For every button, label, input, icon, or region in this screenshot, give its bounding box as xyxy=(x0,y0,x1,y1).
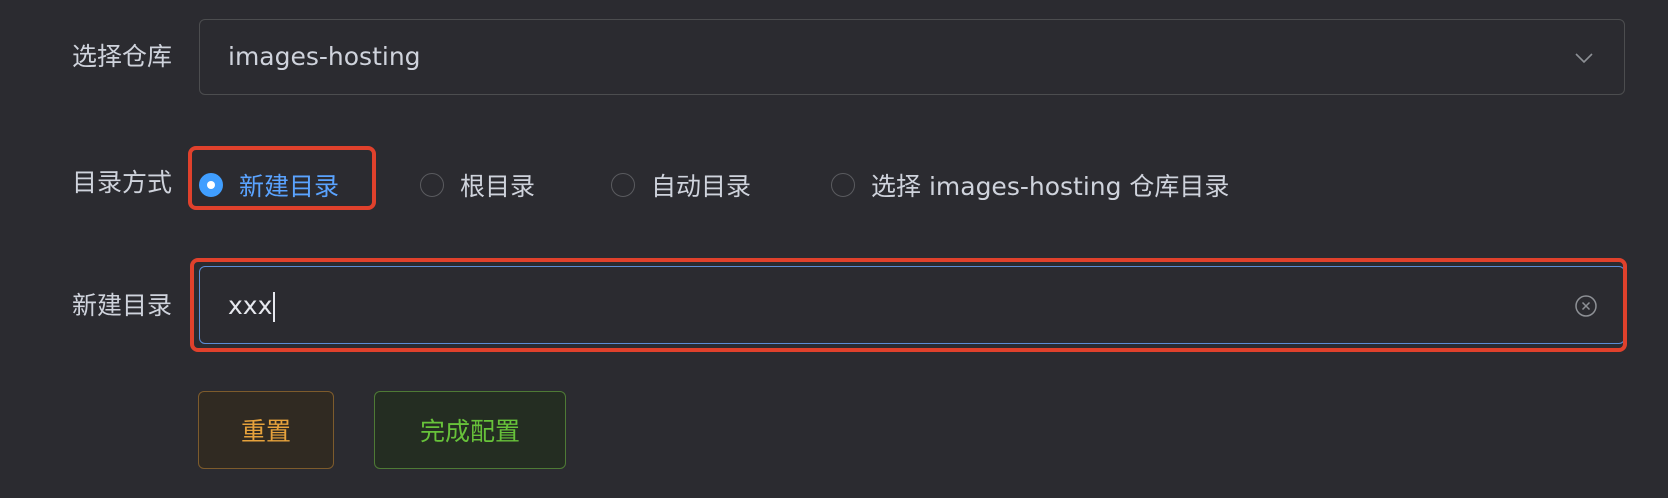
radio-root-dir[interactable]: 根目录 xyxy=(420,160,535,210)
repo-select[interactable]: images-hosting xyxy=(199,19,1625,95)
radio-new-dir-indicator[interactable] xyxy=(199,173,223,197)
new-dir-input[interactable]: xxx xyxy=(199,266,1625,344)
radio-select-repo-dir-label: 选择 images-hosting 仓库目录 xyxy=(871,172,1230,201)
radio-root-dir-label: 根目录 xyxy=(460,172,536,201)
radio-new-dir[interactable]: 新建目录 xyxy=(199,160,339,210)
reset-button[interactable]: 重置 xyxy=(198,391,334,469)
new-dir-label: 新建目录 xyxy=(71,291,172,320)
radio-auto-dir-label: 自动目录 xyxy=(651,172,752,201)
text-caret xyxy=(273,292,276,322)
repo-select-value: images-hosting xyxy=(228,42,421,71)
finish-config-button[interactable]: 完成配置 xyxy=(374,391,566,469)
new-dir-input-value: xxx xyxy=(228,289,276,323)
chevron-down-icon[interactable] xyxy=(1572,46,1596,70)
radio-new-dir-label: 新建目录 xyxy=(239,172,340,201)
radio-root-dir-indicator[interactable] xyxy=(420,173,444,197)
repo-label: 选择仓库 xyxy=(71,42,172,71)
radio-auto-dir[interactable]: 自动目录 xyxy=(611,160,751,210)
circle-close-icon[interactable] xyxy=(1574,294,1598,318)
radio-auto-dir-indicator[interactable] xyxy=(611,173,635,197)
radio-select-repo-dir-indicator[interactable] xyxy=(831,173,855,197)
radio-select-repo-dir[interactable]: 选择 images-hosting 仓库目录 xyxy=(831,160,1229,210)
dir-mode-label: 目录方式 xyxy=(71,168,172,197)
